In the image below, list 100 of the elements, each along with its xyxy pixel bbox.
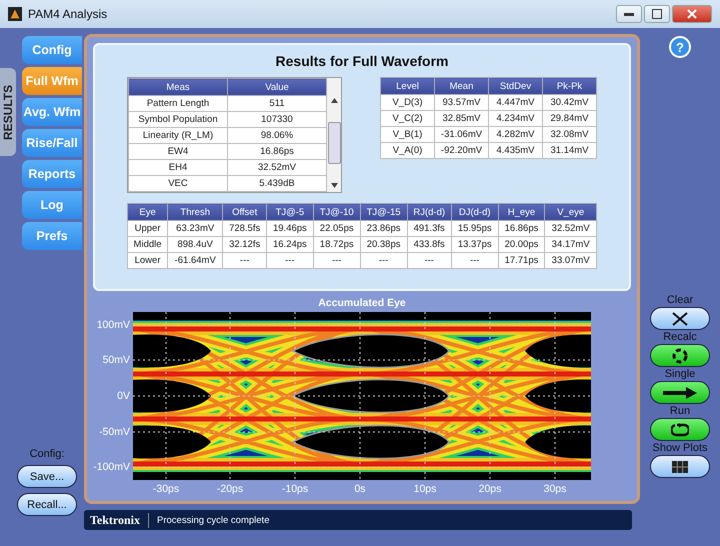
column-header: H_eye bbox=[498, 204, 545, 220]
table-cell: 32.85mV bbox=[434, 110, 488, 126]
tab[interactable]: Prefs bbox=[22, 222, 82, 250]
column-header: TJ@-15 bbox=[360, 204, 408, 220]
table-cell: 32.08mV bbox=[542, 126, 596, 142]
control-button[interactable] bbox=[650, 381, 710, 404]
table-cell: -31.06mV bbox=[434, 126, 488, 142]
table-cell: 31.14mV bbox=[542, 142, 596, 158]
column-header: Eye bbox=[128, 204, 168, 220]
table-cell: 18.72ps bbox=[313, 236, 360, 252]
column-header: Offset bbox=[222, 204, 267, 220]
control-label: Recalc bbox=[663, 331, 697, 343]
config-button[interactable]: Recall... bbox=[17, 493, 77, 516]
table-cell: 32.12fs bbox=[222, 236, 267, 252]
column-header: StdDev bbox=[488, 78, 542, 94]
table-cell: 19.46ps bbox=[266, 220, 314, 236]
table-cell: Pattern Length bbox=[128, 96, 228, 112]
plot-title: Accumulated Eye bbox=[317, 297, 407, 309]
control-button[interactable] bbox=[650, 307, 710, 330]
tab[interactable]: Log bbox=[22, 191, 82, 219]
table-cell: 16.24ps bbox=[266, 236, 314, 252]
table-cell: 33.07mV bbox=[544, 252, 596, 268]
x-axis-label: -10ps bbox=[282, 483, 308, 495]
minimize-icon bbox=[624, 12, 634, 16]
table-cell: Lower bbox=[128, 252, 168, 268]
column-header: Value bbox=[228, 78, 326, 96]
y-axis-label: -100mV bbox=[93, 461, 130, 473]
table-cell: 29.84mV bbox=[542, 110, 596, 126]
maximize-icon bbox=[652, 9, 662, 19]
table-cell: Linearity (R_LM) bbox=[128, 128, 228, 144]
scroll-thumb[interactable] bbox=[328, 122, 340, 164]
table-cell: 13.37ps bbox=[451, 236, 498, 252]
tab[interactable]: Config bbox=[22, 36, 82, 64]
control-label: Show Plots bbox=[652, 442, 708, 454]
table-cell: V_C(2) bbox=[380, 110, 434, 126]
table-cell: --- bbox=[313, 252, 360, 268]
column-header: Thresh bbox=[168, 204, 223, 220]
table-cell: 5.439dB bbox=[228, 176, 326, 192]
column-header: Level bbox=[380, 78, 434, 94]
table-cell: V_B(1) bbox=[380, 126, 434, 142]
table-cell: 30.42mV bbox=[542, 94, 596, 110]
scroll-up-icon[interactable] bbox=[330, 98, 338, 103]
table-cell: Symbol Population bbox=[128, 112, 228, 128]
results-title: Results for Full Waveform bbox=[274, 53, 450, 69]
tab[interactable]: Avg. Wfm bbox=[22, 98, 82, 126]
table-cell: 15.95ps bbox=[451, 220, 498, 236]
x-axis-label: 30ps bbox=[544, 483, 566, 495]
config-label: Config: bbox=[30, 448, 64, 460]
table-cell: 107330 bbox=[228, 112, 326, 128]
table-cell: 4.435mV bbox=[488, 142, 542, 158]
table-cell: 63.23mV bbox=[168, 220, 223, 236]
table-cell: --- bbox=[451, 252, 498, 268]
table-cell: 17.71ps bbox=[498, 252, 545, 268]
tab[interactable]: Reports bbox=[22, 160, 82, 188]
column-header: V_eye bbox=[544, 204, 596, 220]
table-cell: 32.52mV bbox=[544, 220, 596, 236]
x-axis-label: 0s bbox=[354, 483, 366, 495]
grid-icon bbox=[672, 460, 688, 472]
table-cell: EW4 bbox=[128, 144, 228, 160]
scrollbar[interactable] bbox=[327, 78, 341, 192]
minimize-button[interactable] bbox=[616, 5, 642, 23]
table-cell: V_D(3) bbox=[380, 94, 434, 110]
table-cell: --- bbox=[222, 252, 267, 268]
table-cell: Upper bbox=[128, 220, 168, 236]
table-cell: -92.20mV bbox=[434, 142, 488, 158]
y-axis-label: 50mV bbox=[102, 354, 130, 366]
status-message: Processing cycle complete bbox=[157, 514, 270, 526]
scroll-down-icon[interactable] bbox=[330, 183, 338, 188]
table-cell: 16.86ps bbox=[498, 220, 545, 236]
x-axis-label: 20ps bbox=[478, 483, 502, 495]
table-cell: 20.00ps bbox=[498, 236, 545, 252]
table-cell: 4.234mV bbox=[488, 110, 542, 126]
table-cell: 20.38ps bbox=[360, 236, 408, 252]
table-cell: 4.282mV bbox=[488, 126, 542, 142]
arrow-right-icon bbox=[662, 386, 698, 400]
help-button[interactable]: ? bbox=[669, 36, 691, 58]
tab[interactable]: Full Wfm bbox=[22, 67, 82, 95]
table-cell: --- bbox=[360, 252, 408, 268]
control-label: Clear bbox=[666, 294, 694, 306]
table-cell: 23.86ps bbox=[360, 220, 408, 236]
column-header: TJ@-5 bbox=[266, 204, 314, 220]
tab[interactable]: Rise/Fall bbox=[22, 129, 82, 157]
y-axis-label: 0V bbox=[117, 390, 130, 402]
results-side-tab[interactable]: RESULTS bbox=[0, 68, 16, 156]
control-button[interactable] bbox=[650, 455, 710, 478]
column-header: RJ(d-d) bbox=[407, 204, 452, 220]
table-cell: 433.8fs bbox=[407, 236, 452, 252]
table-cell: EH4 bbox=[128, 160, 228, 176]
maximize-button[interactable] bbox=[644, 5, 670, 23]
close-button[interactable] bbox=[672, 5, 712, 23]
control-button[interactable] bbox=[650, 344, 710, 367]
table-cell: 32.52mV bbox=[228, 160, 326, 176]
table-cell: 4.447mV bbox=[488, 94, 542, 110]
control-button[interactable] bbox=[650, 418, 710, 441]
x-icon bbox=[671, 312, 689, 326]
column-header: TJ@-10 bbox=[313, 204, 360, 220]
table-cell: VEC bbox=[128, 176, 228, 192]
table-cell: 898.4uV bbox=[168, 236, 223, 252]
config-button[interactable]: Save... bbox=[17, 465, 77, 488]
window-title: PAM4 Analysis bbox=[28, 7, 108, 21]
